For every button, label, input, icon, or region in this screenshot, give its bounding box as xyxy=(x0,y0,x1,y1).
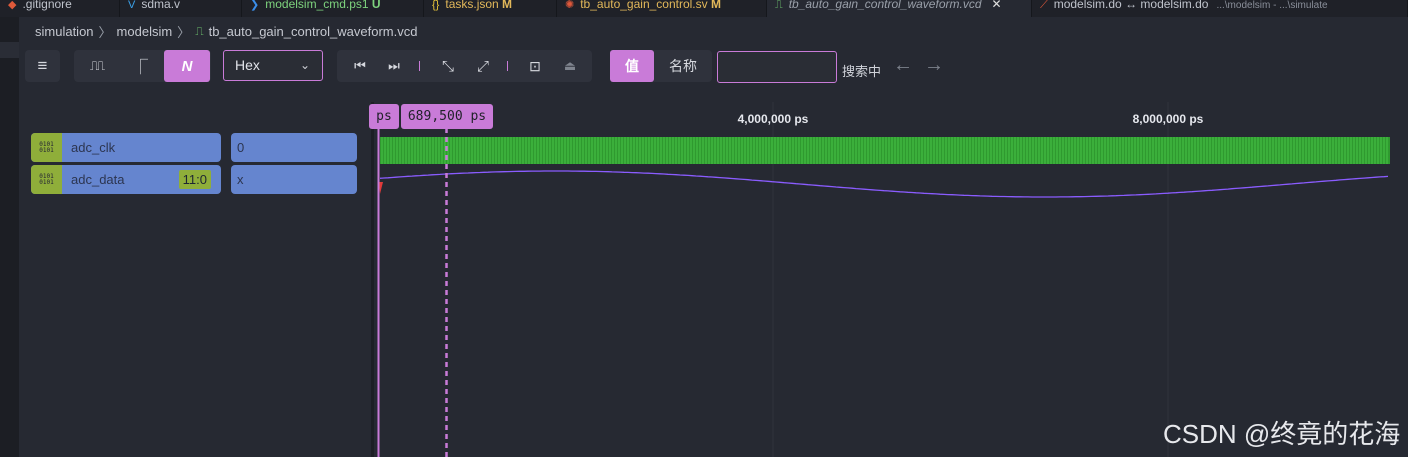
view-mode-group: ⎍⎍ ⎾ N xyxy=(74,50,211,82)
diff-icon: ⟋ xyxy=(1040,0,1048,11)
git-icon: ◆ xyxy=(8,0,17,11)
binary-signal-icon: 0101 0101 xyxy=(31,165,62,194)
sv-icon: ✺ xyxy=(565,0,575,11)
separator xyxy=(507,61,508,71)
tab-label: modelsim.do ↔ modelsim.do xyxy=(1053,0,1209,11)
waveform-viewer[interactable]: 4,000,000 ps 8,000,000 ps ps 689,500 ps xyxy=(369,102,1408,457)
signal-value-adc-clk: 0 xyxy=(231,133,357,162)
editor-tab-bar: ◆ .gitignore Vsdma.v ❯ modelsim_cmd.ps1 U {} t… xyxy=(0,0,1408,17)
breadcrumb-simulation[interactable]: simulation xyxy=(35,24,94,39)
waveform-toolbar: ≡ ⎍⎍ ⎾ N Hex ⌄ ⏮ ⏭ ⤡ ⤢ ⊡ ⏏ 值 名称 搜索中 ← → xyxy=(19,42,1408,102)
signal-name: adc_clk xyxy=(71,140,116,155)
search-by-name-tab[interactable]: 名称 xyxy=(654,50,712,82)
tab-label: tb_auto_gain_control.sv xyxy=(580,0,708,11)
export-icon[interactable]: ⏏ xyxy=(555,50,585,82)
tab-label: sdma.v xyxy=(141,0,181,11)
radix-value: Hex xyxy=(235,57,260,73)
signal-name: adc_data xyxy=(71,172,125,187)
verilog-icon: V xyxy=(128,0,136,11)
tab-label: modelsim_cmd.ps1 xyxy=(265,0,369,11)
adc-data-waveform[interactable] xyxy=(379,170,1389,198)
tab-status-badge: M xyxy=(498,0,513,11)
cursor-time-label[interactable]: 689,500 ps xyxy=(401,104,493,129)
prev-edge-icon[interactable]: ⤡ xyxy=(433,50,463,82)
tab-modelsim-cmd-ps1[interactable]: ❯ modelsim_cmd.ps1 U xyxy=(242,0,424,17)
menu-group: ≡ xyxy=(25,50,60,82)
time-tick-label: 4,000,000 ps xyxy=(738,112,809,126)
tab-label: .gitignore xyxy=(22,0,72,11)
origin-marker-label[interactable]: ps xyxy=(369,104,399,129)
signal-bit-range: 11:0 xyxy=(178,170,211,189)
tab--gitignore[interactable]: ◆ .gitignore xyxy=(0,0,120,17)
navigation-group: ⏮ ⏭ ⤡ ⤢ ⊡ ⏏ xyxy=(337,50,592,82)
separator xyxy=(419,61,420,71)
undefined-marker xyxy=(379,182,383,194)
tab-modelsim-do-modelsim-do[interactable]: ⟋ modelsim.do ↔ modelsim.do ...\modelsim -… xyxy=(1032,0,1408,17)
go-to-start-icon[interactable]: ⏮ xyxy=(345,50,375,82)
activity-strip xyxy=(0,17,19,457)
add-marker-icon[interactable]: ⊡ xyxy=(520,50,550,82)
step-mode-icon[interactable]: ⎾ xyxy=(118,50,163,82)
time-tick-label: 8,000,000 ps xyxy=(1133,112,1204,126)
search-by-value-tab[interactable]: 值 xyxy=(610,50,654,82)
icon-text: 0101 xyxy=(39,178,54,186)
analog-mode-icon[interactable]: N xyxy=(164,50,210,82)
waveform-icon: ⎍ xyxy=(775,0,783,11)
activity-item[interactable] xyxy=(0,42,19,58)
digital-mode-icon[interactable]: ⎍⎍ xyxy=(74,50,118,82)
tab-label: tb_auto_gain_control_waveform.vcd xyxy=(788,0,982,11)
search-status: 搜索中 xyxy=(842,64,882,79)
waveform-canvas: 4,000,000 ps 8,000,000 ps xyxy=(377,102,1390,457)
icon-text: 0101 xyxy=(39,146,54,154)
tab-tasks-json[interactable]: {} tasks.json M xyxy=(424,0,557,17)
menu-icon[interactable]: ≡ xyxy=(25,50,60,82)
signal-row-adc-data[interactable]: 0101 0101 adc_data 11:0 xyxy=(31,165,221,194)
next-edge-icon[interactable]: ⤢ xyxy=(468,50,498,82)
signal-value-adc-data: x xyxy=(231,165,357,194)
powershell-icon: ❯ xyxy=(250,0,260,11)
tab-label: tasks.json xyxy=(445,0,499,11)
signal-row-adc-clk[interactable]: 0101 0101 adc_clk xyxy=(31,133,221,162)
watermark: CSDN @终竟的花海 xyxy=(1163,419,1401,449)
tab-status-badge: M xyxy=(707,0,721,11)
binary-signal-icon: 0101 0101 xyxy=(31,133,62,162)
tab-tb-auto-gain-control-waveform-vcd[interactable]: ⎍ tb_auto_gain_control_waveform.vcd ✕ xyxy=(767,0,1032,17)
breadcrumb-separator: 〉 xyxy=(98,24,112,40)
waveform-file-icon: ⎍ xyxy=(195,23,204,38)
breadcrumb-file[interactable]: tb_auto_gain_control_waveform.vcd xyxy=(209,24,418,39)
tab-tb-auto-gain-control-sv[interactable]: ✺ tb_auto_gain_control.sv M xyxy=(557,0,767,17)
chevron-down-icon: ⌄ xyxy=(299,58,310,72)
close-icon[interactable]: ✕ xyxy=(992,0,1002,11)
json-icon: {} xyxy=(432,0,440,11)
tab-path: ...\modelsim - ...\simulate xyxy=(1216,0,1328,11)
breadcrumb: simulation 〉 modelsim 〉 ⎍ tb_auto_gain_c… xyxy=(35,22,417,40)
radix-select[interactable]: Hex ⌄ xyxy=(223,50,323,81)
tab-status-badge: U xyxy=(368,0,381,11)
breadcrumb-modelsim[interactable]: modelsim xyxy=(117,24,173,39)
go-to-end-icon[interactable]: ⏭ xyxy=(379,50,409,82)
search-next-icon[interactable]: → xyxy=(924,54,944,77)
breadcrumb-separator: 〉 xyxy=(177,24,191,40)
tab-sdma-v[interactable]: Vsdma.v xyxy=(120,0,242,17)
search-input[interactable] xyxy=(717,51,837,83)
search-mode-group: 值 名称 xyxy=(610,50,712,82)
search-prev-icon[interactable]: ← xyxy=(893,54,913,77)
